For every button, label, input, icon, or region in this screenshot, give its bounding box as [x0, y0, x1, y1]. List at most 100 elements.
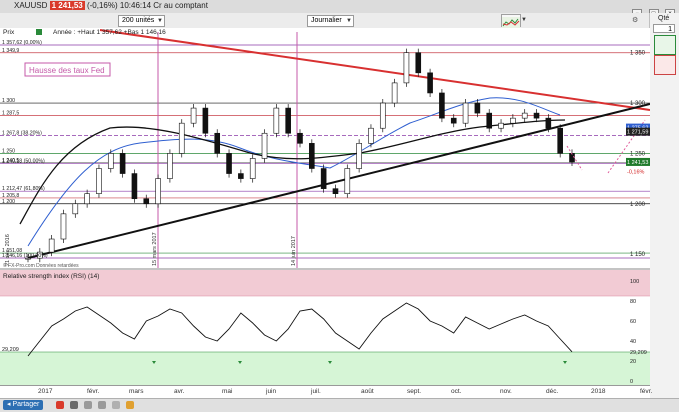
candle [450, 117, 457, 124]
share-label: Partager [12, 401, 40, 408]
price-tag-label: 1 271,59 [627, 130, 648, 136]
alert-icon[interactable] [126, 401, 134, 409]
rsi-left-value: 29,209 [2, 347, 19, 353]
chart-type-icon [502, 17, 520, 28]
candle [96, 168, 102, 194]
vline-label-march: 15 mars 2017 [152, 232, 158, 266]
candle [285, 107, 291, 134]
rsi-tick-label: 100 [630, 279, 639, 285]
candle [379, 102, 386, 129]
level-label: 1 212,47 (61,80%) [2, 186, 45, 192]
window-title: XAUUSD 1 241,53 (-0,16%) 10:46:14 Cr au … [14, 1, 208, 10]
candle [60, 213, 67, 240]
rsi-title: Relative strength index (RSI) (14) [3, 273, 99, 280]
rsi-tick-label: 29,209 [630, 350, 647, 356]
price-change: (-0,16%) [86, 1, 118, 10]
candle [521, 112, 528, 119]
candle [498, 122, 504, 129]
candle [178, 122, 185, 154]
candle [403, 52, 410, 84]
level-label: 1 267,8 (38,20%) [2, 130, 42, 136]
candle [332, 188, 339, 194]
quantity-input[interactable]: 1 [653, 24, 675, 33]
chevron-down-icon: ▼ [157, 18, 163, 24]
buy-button[interactable] [654, 35, 676, 55]
candle [368, 127, 374, 144]
candle [486, 112, 493, 129]
candle [48, 238, 55, 253]
time-axis: 2017 févr. mars avr. mai juin juil. août sept. oc… [0, 385, 653, 399]
candle [238, 173, 244, 179]
time-axis-label: juin [266, 388, 277, 395]
level-label: 1 200 [2, 199, 15, 205]
rsi-tick-label: 40 [630, 339, 636, 345]
candle [190, 107, 197, 124]
candle [214, 132, 221, 154]
level-label: 1 287,5 [2, 111, 19, 117]
candle [557, 127, 563, 154]
candle [533, 112, 540, 119]
level-label: 1 240,18 (50,00%) [2, 158, 45, 164]
grid-icon[interactable] [70, 401, 78, 409]
candle [391, 82, 398, 104]
candle [474, 102, 481, 114]
level-label: 1 250 [2, 148, 15, 154]
settings-icon[interactable]: ⚙ [632, 16, 638, 24]
candle [427, 72, 433, 94]
candle [226, 153, 232, 174]
time-axis-label: févr. [87, 388, 100, 395]
time-axis-label: mars [129, 388, 144, 395]
title-bar: XAUUSD 1 241,53 (-0,16%) 10:46:14 Cr au … [0, 0, 679, 19]
chart-type-button[interactable] [501, 14, 521, 28]
level-label: 1 300 [2, 98, 15, 104]
units-dropdown[interactable]: 200 unités ▼ [118, 15, 165, 27]
stop-icon[interactable] [56, 401, 64, 409]
candle [261, 132, 268, 159]
candle [131, 173, 138, 200]
candle [439, 92, 445, 119]
vline-label-june: 14 juin 2017 [291, 236, 297, 266]
fed-annotation: Hausse des taux Fed [29, 66, 105, 75]
candle [143, 198, 150, 205]
sell-button[interactable] [654, 55, 676, 75]
price-tick-label: 1 150 [630, 252, 646, 258]
price-tick-label: 1 350 [630, 51, 646, 57]
candle [297, 132, 303, 144]
time-axis-label: 2018 [591, 388, 606, 395]
candle [167, 153, 173, 179]
time-axis-label: mai [222, 388, 233, 395]
time-axis-label: juil. [311, 388, 321, 395]
data-source: © FX-Pro.com Données retardées [3, 262, 79, 269]
time-axis-label: févr. [640, 388, 653, 395]
rsi-tick-label: 80 [630, 299, 636, 305]
candle [462, 102, 469, 124]
chart-area[interactable]: 15 mars 2017 14 juin 2017 21 déc. 2016 H… [0, 28, 651, 385]
candle [119, 153, 126, 174]
tools-icon[interactable] [112, 401, 120, 409]
bottom-bar: ◂ Partager [0, 398, 679, 412]
share-button[interactable]: ◂ Partager [3, 400, 44, 410]
candle [309, 143, 315, 169]
price-badge: 1 241,53 [49, 1, 85, 10]
chevron-down-icon[interactable]: ▼ [521, 17, 527, 23]
window-icon[interactable] [98, 401, 106, 409]
period-value: Journalier [311, 17, 342, 24]
candle [415, 52, 422, 74]
time-axis-label: sept. [407, 388, 422, 395]
candle [356, 143, 362, 169]
level-label: 1 357,62 (0,00%) [2, 40, 42, 46]
period-dropdown[interactable]: Journalier ▼ [307, 15, 354, 27]
candle [344, 168, 351, 194]
prix-label: Prix [3, 29, 15, 36]
candle [249, 158, 256, 179]
change-tag-label: -0,16% [627, 170, 645, 176]
rsi-line [27, 302, 573, 357]
layout-icon[interactable] [84, 401, 92, 409]
level-label: 1 146,16 (100,00%) [2, 253, 48, 259]
candle [202, 107, 209, 134]
time-axis-label: déc. [546, 388, 559, 395]
candle [510, 117, 516, 124]
time-axis-label: avr. [174, 388, 185, 395]
quantity-panel: Qté 1 [649, 13, 679, 398]
price-chart[interactable]: 15 mars 2017 14 juin 2017 21 déc. 2016 H… [0, 28, 651, 385]
